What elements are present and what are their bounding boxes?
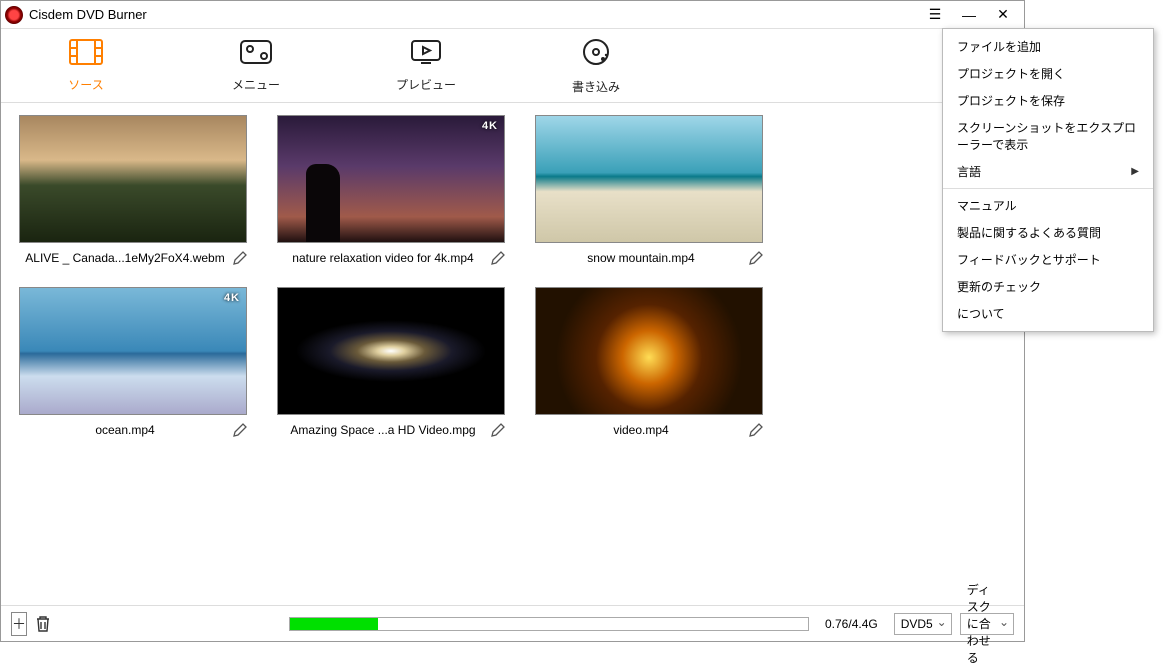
add-file-button[interactable]: ＋ <box>11 612 27 636</box>
video-item[interactable]: 4K ocean.mp4 <box>19 287 249 439</box>
app-icon <box>5 6 23 24</box>
titlebar: Cisdem DVD Burner ☰ — ✕ <box>1 1 1024 29</box>
menu-design-icon <box>239 39 273 72</box>
menu-item[interactable]: 製品に関するよくある質問 <box>943 219 1153 246</box>
menu-item-label: マニュアル <box>957 197 1017 214</box>
play-screen-icon <box>409 39 443 72</box>
app-title: Cisdem DVD Burner <box>29 7 147 22</box>
bottom-toolbar: ＋ 0.76/4.4G DVD5 ディスクに合わせる <box>1 605 1024 641</box>
video-item[interactable]: snow mountain.mp4 <box>535 115 765 267</box>
edit-icon[interactable] <box>747 249 765 267</box>
menu-item-label: ファイルを追加 <box>957 38 1041 55</box>
menu-item-label: 更新のチェック <box>957 278 1041 295</box>
disc-burn-icon <box>581 37 611 74</box>
tab-label: ソース <box>68 76 103 93</box>
menu-item[interactable]: プロジェクトを保存 <box>943 87 1153 114</box>
menu-item[interactable]: スクリーンショットをエクスプローラーで表示 <box>943 114 1153 158</box>
main-tabs: ソース メニュー プレビュー 書き込み <box>1 29 1024 103</box>
video-filename: ALIVE _ Canada...1eMy2FoX4.webm <box>19 251 231 265</box>
menu-item[interactable]: プロジェクトを開く <box>943 60 1153 87</box>
video-thumbnail[interactable] <box>535 115 763 243</box>
capacity-progress-bar <box>289 617 809 631</box>
tab-source[interactable]: ソース <box>1 29 171 102</box>
tab-label: 書き込み <box>572 78 620 95</box>
disc-type-value: DVD5 <box>901 617 933 631</box>
hamburger-menu-button[interactable]: ☰ <box>918 2 952 28</box>
video-filename: Amazing Space ...a HD Video.mpg <box>277 423 489 437</box>
tab-label: メニュー <box>232 76 280 93</box>
capacity-text: 0.76/4.4G <box>825 617 878 631</box>
edit-icon[interactable] <box>747 421 765 439</box>
edit-icon[interactable] <box>489 249 507 267</box>
menu-item-label: プロジェクトを保存 <box>957 92 1065 109</box>
video-item[interactable]: Amazing Space ...a HD Video.mpg <box>277 287 507 439</box>
video-thumbnail[interactable]: 4K <box>19 287 247 415</box>
tab-label: プレビュー <box>396 76 456 93</box>
video-item[interactable]: 4K nature relaxation video for 4k.mp4 <box>277 115 507 267</box>
submenu-arrow-icon: ▶ <box>1131 166 1139 177</box>
hamburger-menu-popup: ファイルを追加プロジェクトを開くプロジェクトを保存スクリーンショットをエクスプロ… <box>942 28 1154 332</box>
video-item[interactable]: video.mp4 <box>535 287 765 439</box>
tab-burn[interactable]: 書き込み <box>511 29 681 102</box>
menu-separator <box>943 188 1153 189</box>
source-grid-area: ALIVE _ Canada...1eMy2FoX4.webm 4K natur… <box>1 103 1024 605</box>
video-filename: video.mp4 <box>535 423 747 437</box>
capacity-fill <box>290 618 378 630</box>
fit-mode-select[interactable]: ディスクに合わせる <box>960 613 1014 635</box>
video-thumbnail[interactable] <box>535 287 763 415</box>
edit-icon[interactable] <box>231 249 249 267</box>
menu-item[interactable]: 言語 ▶ <box>943 158 1153 185</box>
menu-item-label: フィードバックとサポート <box>957 251 1101 268</box>
video-item[interactable]: ALIVE _ Canada...1eMy2FoX4.webm <box>19 115 249 267</box>
app-window: Cisdem DVD Burner ☰ — ✕ ソース メニュー プレビュー <box>0 0 1025 642</box>
video-thumbnail[interactable]: 4K <box>277 115 505 243</box>
disc-type-select[interactable]: DVD5 <box>894 613 952 635</box>
film-icon <box>69 39 103 72</box>
video-thumbnail[interactable] <box>277 287 505 415</box>
close-button[interactable]: ✕ <box>986 2 1020 28</box>
menu-item[interactable]: 更新のチェック <box>943 273 1153 300</box>
delete-button[interactable] <box>35 612 51 636</box>
video-filename: ocean.mp4 <box>19 423 231 437</box>
menu-item-label: 言語 <box>957 163 981 180</box>
minimize-button[interactable]: — <box>952 2 986 28</box>
tab-preview[interactable]: プレビュー <box>341 29 511 102</box>
menu-item[interactable]: ファイルを追加 <box>943 33 1153 60</box>
video-thumbnail[interactable] <box>19 115 247 243</box>
menu-item-label: スクリーンショットをエクスプローラーで表示 <box>957 119 1139 153</box>
edit-icon[interactable] <box>231 421 249 439</box>
resolution-badge: 4K <box>482 120 498 132</box>
menu-item-label: 製品に関するよくある質問 <box>957 224 1101 241</box>
menu-item-label: プロジェクトを開く <box>957 65 1065 82</box>
menu-item-label: について <box>957 305 1005 322</box>
tab-menu[interactable]: メニュー <box>171 29 341 102</box>
menu-item[interactable]: フィードバックとサポート <box>943 246 1153 273</box>
fit-mode-value: ディスクに合わせる <box>967 581 995 666</box>
menu-item[interactable]: について <box>943 300 1153 327</box>
video-filename: snow mountain.mp4 <box>535 251 747 265</box>
edit-icon[interactable] <box>489 421 507 439</box>
resolution-badge: 4K <box>224 292 240 304</box>
video-filename: nature relaxation video for 4k.mp4 <box>277 251 489 265</box>
menu-item[interactable]: マニュアル <box>943 192 1153 219</box>
